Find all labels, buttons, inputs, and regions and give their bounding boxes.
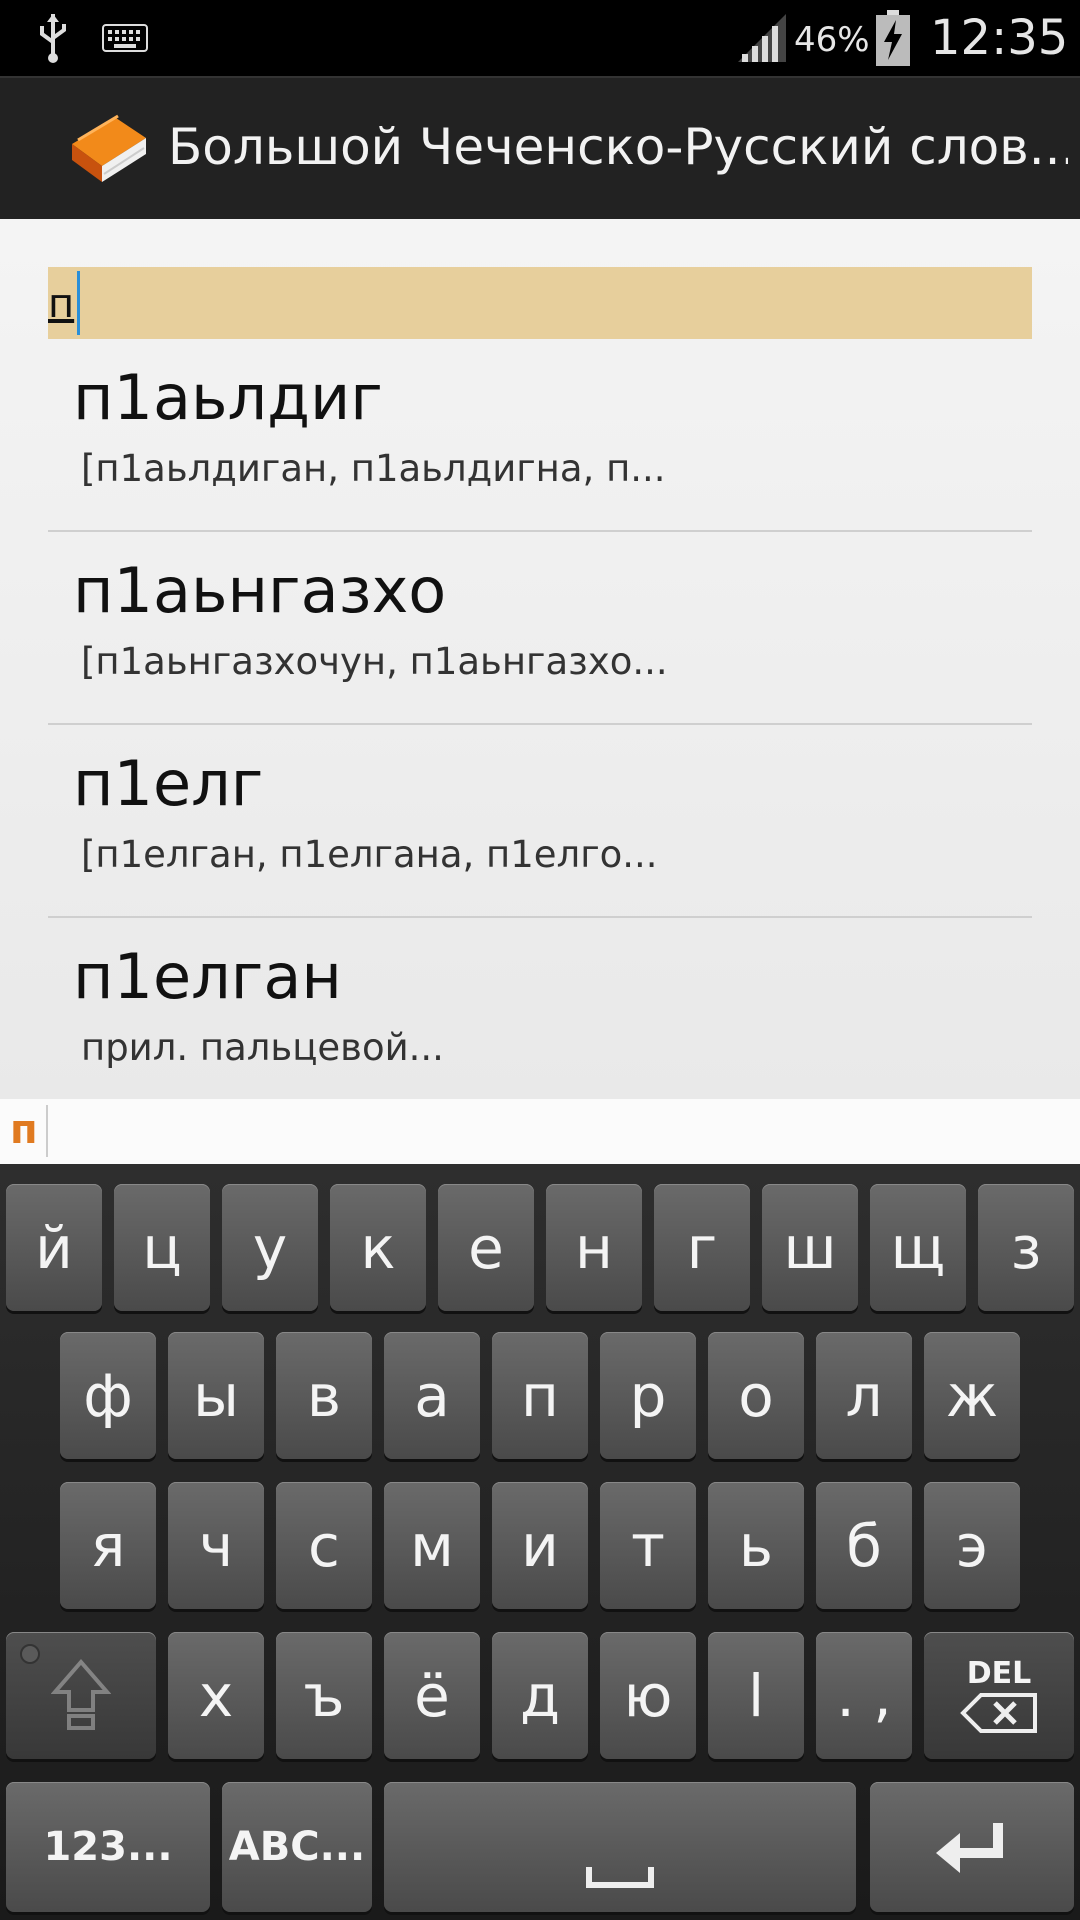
signal-icon — [738, 14, 786, 62]
space-key[interactable] — [384, 1782, 856, 1912]
book-icon[interactable] — [64, 110, 150, 188]
entry-word: п1аьнгазхо — [73, 554, 447, 627]
divider — [46, 1105, 48, 1157]
abc-key[interactable]: ABC... — [222, 1782, 372, 1912]
battery-charging-icon — [876, 10, 910, 66]
key[interactable]: м — [384, 1482, 480, 1609]
key[interactable]: . , — [816, 1632, 912, 1759]
key[interactable]: ш — [762, 1184, 858, 1311]
key[interactable]: о — [708, 1332, 804, 1459]
shift-icon — [51, 1658, 111, 1730]
key[interactable]: й — [6, 1184, 102, 1311]
key[interactable]: ч — [168, 1482, 264, 1609]
entry-word: п1елган — [73, 940, 342, 1013]
content-area: п п1аьлдиг [п1аьлдиган, п1аьлдигна, п...… — [0, 219, 1080, 1099]
key[interactable]: г — [654, 1184, 750, 1311]
keyboard-icon — [102, 24, 148, 52]
key[interactable]: я — [60, 1482, 156, 1609]
battery-percent: 46% — [794, 20, 870, 60]
entry-forms: [п1аьнгазхочун, п1аьнгазхо... — [81, 640, 668, 683]
key[interactable]: а — [384, 1332, 480, 1459]
key[interactable]: ё — [384, 1632, 480, 1759]
key[interactable]: п — [492, 1332, 588, 1459]
key[interactable]: б — [816, 1482, 912, 1609]
delete-key[interactable]: DEL — [924, 1632, 1074, 1759]
list-item[interactable]: п1аьнгазхо [п1аьнгазхочун, п1аьнгазхо... — [48, 532, 1032, 725]
list-item[interactable]: п1елг [п1елган, п1елгана, п1елго... — [48, 725, 1032, 918]
suggestion-strip: п — [0, 1099, 1080, 1164]
key[interactable]: в — [276, 1332, 372, 1459]
app-bar: Большой Чеченско-Русский слов... — [0, 76, 1080, 219]
key[interactable]: щ — [870, 1184, 966, 1311]
key[interactable]: х — [168, 1632, 264, 1759]
key[interactable]: т — [600, 1482, 696, 1609]
key[interactable]: е — [438, 1184, 534, 1311]
shift-key[interactable] — [6, 1632, 156, 1759]
space-icon — [586, 1867, 654, 1888]
key[interactable]: ь — [708, 1482, 804, 1609]
key[interactable]: ж — [924, 1332, 1020, 1459]
text-cursor — [77, 271, 80, 335]
key[interactable]: з — [978, 1184, 1074, 1311]
key[interactable]: э — [924, 1482, 1020, 1609]
key[interactable]: р — [600, 1332, 696, 1459]
key[interactable]: и — [492, 1482, 588, 1609]
entry-forms: прил. пальцевой... — [81, 1026, 444, 1069]
list-item[interactable]: п1аьлдиг [п1аьлдиган, п1аьлдигна, п... — [48, 339, 1032, 532]
key[interactable]: с — [276, 1482, 372, 1609]
key[interactable]: ю — [600, 1632, 696, 1759]
entry-forms: [п1аьлдиган, п1аьлдигна, п... — [81, 447, 666, 490]
key[interactable]: l — [708, 1632, 804, 1759]
key[interactable]: ф — [60, 1332, 156, 1459]
entry-word: п1аьлдиг — [73, 361, 383, 434]
key[interactable]: л — [816, 1332, 912, 1459]
key[interactable]: ъ — [276, 1632, 372, 1759]
status-bar: 46% 12:35 — [0, 0, 1080, 76]
app-title: Большой Чеченско-Русский слов... — [168, 118, 1068, 176]
list-item[interactable]: п1елган прил. пальцевой... — [48, 918, 1032, 1099]
key[interactable]: ц — [114, 1184, 210, 1311]
suggestion-item[interactable]: п — [10, 1107, 38, 1153]
backspace-icon — [960, 1692, 1037, 1733]
key[interactable]: н — [546, 1184, 642, 1311]
key[interactable]: у — [222, 1184, 318, 1311]
clock: 12:35 — [930, 10, 1069, 66]
numbers-key[interactable]: 123... — [6, 1782, 210, 1912]
key[interactable]: д — [492, 1632, 588, 1759]
entry-forms: [п1елган, п1елгана, п1елго... — [81, 833, 658, 876]
key[interactable]: к — [330, 1184, 426, 1311]
enter-key[interactable] — [870, 1782, 1074, 1912]
keyboard: й ц у к е н г ш щ з ф ы в а п р о л ж я … — [0, 1164, 1080, 1920]
key[interactable]: ы — [168, 1332, 264, 1459]
delete-label: DEL — [966, 1655, 1032, 1691]
search-text: п — [48, 281, 75, 327]
search-input[interactable]: п — [48, 267, 1032, 339]
usb-icon — [40, 14, 66, 63]
shift-lock-indicator — [20, 1644, 40, 1664]
enter-icon — [936, 1823, 1003, 1873]
entry-word: п1елг — [73, 747, 264, 820]
